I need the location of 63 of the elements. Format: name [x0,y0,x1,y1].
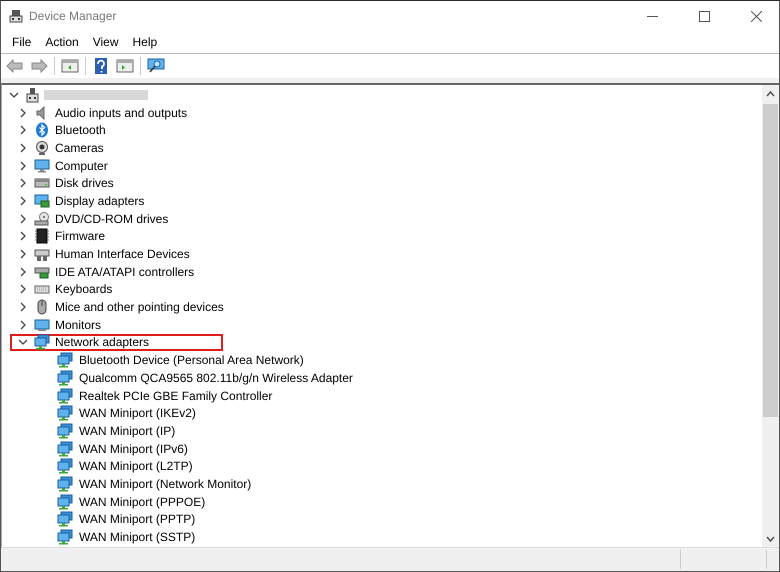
tree-item[interactable]: Monitors [10,316,176,334]
menu-item[interactable]: File [5,33,38,51]
app-icon [9,9,23,23]
tree-item[interactable]: WAN Miniport (IKEv2) [2,404,762,422]
forward-arrow-icon [30,57,48,75]
scrollbar[interactable] [762,85,779,547]
computer-tower-icon [25,86,39,103]
chip-icon [34,228,50,244]
menu-item[interactable]: Action [38,33,86,51]
window-panel-icon [116,57,134,75]
tree-item[interactable]: WAN Miniport (PPTP) [2,510,762,528]
tree-item[interactable]: Cameras [10,139,178,157]
network-adapter-icon [57,388,73,404]
back-arrow-icon [6,57,24,75]
maximize-icon [698,10,710,22]
network-adapter-icon [57,529,73,546]
network-adapter-icon [57,511,73,528]
network-adapter-icon [34,334,50,350]
tree-item[interactable]: WAN Miniport (L2TP) [2,457,762,476]
tree-item[interactable]: DVD/CD-ROM drives [10,210,242,228]
tree-item[interactable]: Disk drives [10,174,188,192]
network-adapter-icon [57,405,73,422]
chevron-up-icon [766,90,775,96]
tree-item[interactable]: Computer [10,156,182,174]
tree-item[interactable]: IDE ATA/ATAPI controllers [10,262,268,281]
network-adapter-icon [57,352,73,368]
tree-item[interactable]: WAN Miniport (PPPOE) [2,492,762,510]
tree-item[interactable]: WAN Miniport (SSTP) [2,528,762,546]
network-adapter-icon [57,370,73,386]
tree-item[interactable]: Realtek PCIe GBE Family Controller [2,386,762,404]
network-adapter-icon [57,440,73,457]
network-adapter-icon [57,422,73,439]
tree-item[interactable]: WAN Miniport (IP) [2,422,762,440]
tree-item[interactable]: Display adapters [10,192,218,210]
tree-item[interactable]: WAN Miniport (IPv6) [2,440,762,458]
monitor-icon [34,158,50,174]
tree-item[interactable]: Bluetooth [10,121,180,140]
monitor-search-icon [147,57,165,75]
window-title: Device Manager [29,9,116,23]
disc-drive-icon [34,210,50,227]
bluetooth-icon [34,122,50,138]
tree-item[interactable]: Bluetooth Device (Personal Area Network) [2,351,762,369]
network-adapter-icon [57,476,73,492]
menu-item[interactable]: Help [126,33,164,51]
close-icon [750,10,762,22]
tree-item[interactable]: Keyboards [10,280,186,298]
tree-item[interactable]: Network adapters [10,334,224,352]
scrollbar-thumb[interactable] [763,104,778,417]
tree-item[interactable]: Human Interface Devices [10,245,264,263]
monitor-icon [34,316,50,333]
tree-item[interactable]: WAN Miniport (Network Monitor) [2,475,762,493]
display-card-icon [34,192,50,209]
network-adapter-icon [57,458,73,474]
chevron-down-icon [766,536,775,542]
tree-item[interactable]: Audio inputs and outputs [10,104,262,122]
help-icon [92,57,110,75]
tree-item[interactable]: Qualcomm QCA9565 802.11b/g/n Wireless Adapter [2,369,762,387]
tree-item[interactable]: Mice and other pointing devices [10,298,298,316]
menu-item[interactable]: View [86,33,126,51]
network-adapter-icon [57,494,73,510]
webcam-icon [34,140,50,156]
tree-item[interactable]: Firmware [10,228,179,246]
window-panel-icon [61,57,79,75]
